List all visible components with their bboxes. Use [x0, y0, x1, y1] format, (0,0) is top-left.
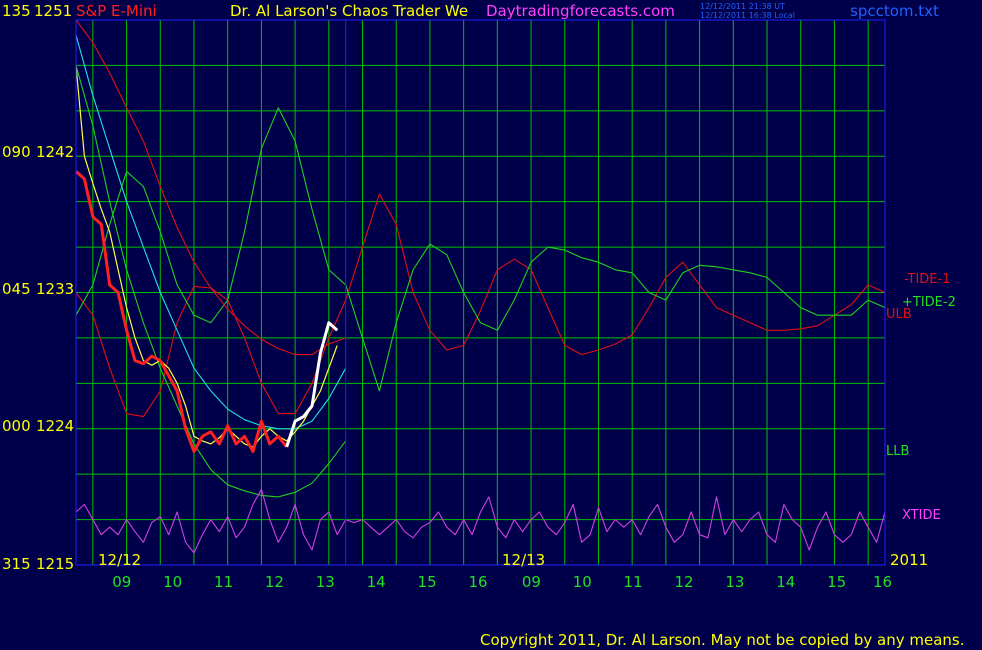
hour-label: 16 [873, 573, 892, 591]
hour-label: 12 [265, 573, 284, 591]
series-xtide [75, 488, 886, 554]
price-label-2: 1233 [36, 280, 74, 298]
timestamp-ut: 12/12/2011 21:38 UT [700, 2, 785, 11]
hour-label: 13 [725, 573, 744, 591]
hour-label: 16 [468, 573, 487, 591]
tide1-label: -TIDE-1 [904, 272, 950, 287]
hour-label: 15 [827, 573, 846, 591]
price-top-label: 1251 [34, 2, 72, 20]
hour-label: 10 [163, 573, 182, 591]
price-label-3: 1224 [36, 417, 74, 435]
xtide-label: XTIDE [902, 508, 941, 523]
hour-label: 09 [112, 573, 131, 591]
angle-label-4: 315 [2, 555, 31, 573]
llb-label: LLB [886, 444, 909, 459]
series-yellow_avg [75, 65, 338, 448]
day-label-1212: 12/12 [98, 551, 141, 569]
timestamp-local: 12/12/2011 16:38 Local [700, 11, 795, 20]
series-layer [74, 19, 886, 554]
series-tide2 [75, 107, 886, 392]
hour-label: 14 [776, 573, 795, 591]
angle-top-label: 135 [2, 2, 31, 20]
symbol-label: S&P E-Mini [76, 2, 157, 20]
chart: 1251 135 S&P E-Mini Dr. Al Larson's Chao… [2, 2, 965, 649]
price-label-1: 1242 [36, 143, 74, 161]
series-cyan_avg [75, 34, 347, 430]
angle-label-3: 000 [2, 417, 31, 435]
hour-label: 12 [674, 573, 693, 591]
hour-label: 15 [418, 573, 437, 591]
filename-label: spcctom.txt [850, 2, 939, 20]
series-price_day1 [74, 170, 288, 453]
year-label: 2011 [890, 551, 928, 569]
series-ulb [75, 19, 346, 356]
hour-label: 11 [624, 573, 643, 591]
hour-label: 10 [573, 573, 592, 591]
site-label: Daytradingforecasts.com [486, 2, 675, 20]
chart-title: Dr. Al Larson's Chaos Trader We [230, 2, 468, 20]
hour-label: 13 [316, 573, 335, 591]
hour-label: 14 [367, 573, 386, 591]
hour-label: 11 [214, 573, 233, 591]
hour-labels: 09 10 11 12 13 14 15 16 09 10 11 12 13 1… [112, 573, 892, 591]
hour-label: 09 [522, 573, 541, 591]
price-label-4: 1215 [36, 555, 74, 573]
angle-label-1: 090 [2, 143, 31, 161]
angle-label-2: 045 [2, 280, 31, 298]
copyright-footer: Copyright 2011, Dr. Al Larson. May not b… [480, 631, 965, 649]
day-label-1213: 12/13 [502, 551, 545, 569]
ulb-label: ULB [886, 307, 912, 322]
grid [76, 20, 885, 565]
